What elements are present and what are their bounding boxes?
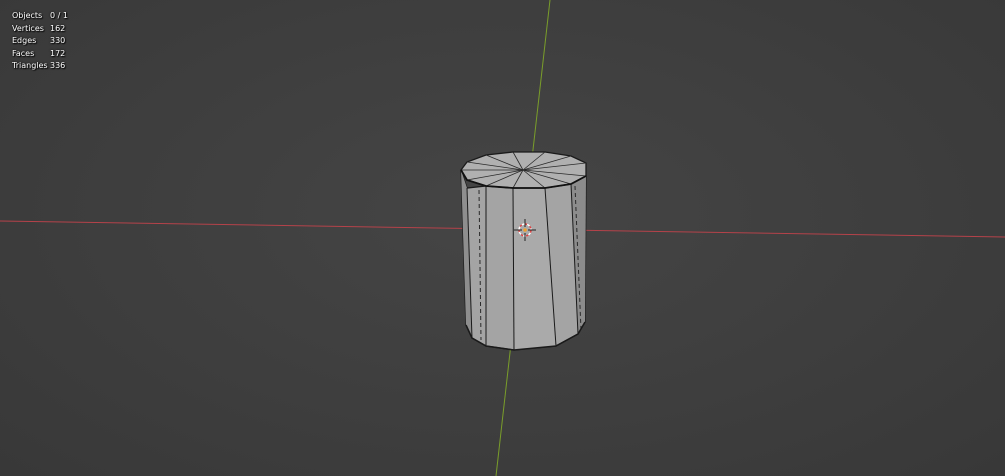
stats-value: 0 / 1: [50, 11, 68, 20]
object-origin-icon: [523, 228, 527, 232]
stats-row-faces: Faces 172: [12, 48, 68, 61]
stats-label: Faces: [12, 48, 35, 58]
stats-row-triangles: Triangles 336: [12, 60, 68, 73]
stats-row-objects: Objects 0 / 1: [12, 10, 68, 23]
viewport-scene: [0, 0, 1005, 476]
stats-row-edges: Edges 330: [12, 35, 68, 48]
stats-value: 172: [50, 48, 66, 58]
3d-viewport[interactable]: Objects 0 / 1 Vertices 162 Edges 330 Fac…: [0, 0, 1005, 476]
stats-value: 330: [50, 36, 66, 46]
stats-value: 336: [50, 61, 66, 71]
stats-label: Objects: [12, 11, 43, 20]
viewport-statistics: Objects 0 / 1 Vertices 162 Edges 330 Fac…: [12, 10, 68, 73]
stats-row-vertices: Vertices 162: [12, 23, 68, 36]
stats-value: 162: [50, 23, 66, 33]
cylinder-mesh[interactable]: [460, 151, 587, 351]
stats-label: Triangles: [12, 61, 48, 71]
stats-label: Vertices: [12, 23, 44, 33]
stats-label: Edges: [12, 36, 37, 46]
